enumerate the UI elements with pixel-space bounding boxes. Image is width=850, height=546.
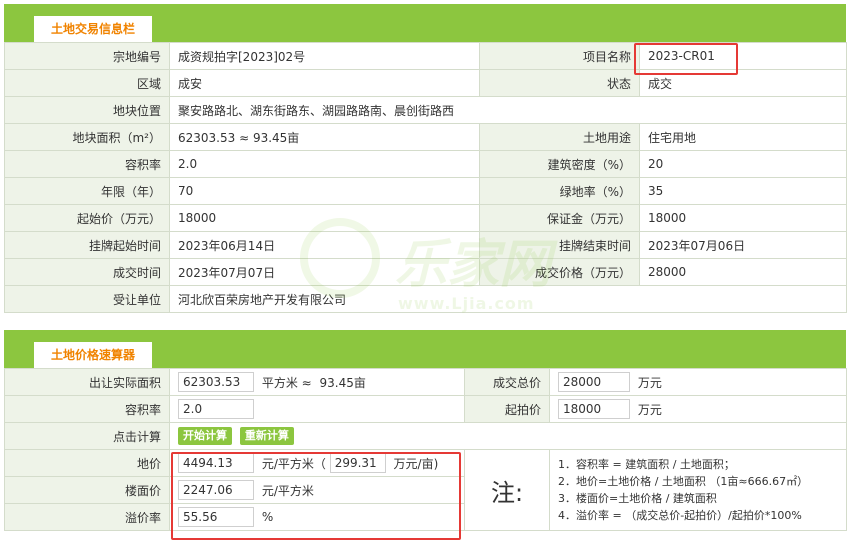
row-value: 2023年07月07日 bbox=[169, 258, 480, 286]
row-value: 成交 bbox=[639, 69, 847, 97]
area-unit: 平方米 ≈ bbox=[261, 375, 312, 390]
row-label: 项目名称 bbox=[479, 42, 640, 70]
land-info-table: 宗地编号 成资规拍字[2023]02号 项目名称 2023-CR01 区域 成安 状态 成交地… bbox=[4, 42, 847, 313]
start-price-label: 起拍价 bbox=[464, 395, 550, 423]
table-row: 成交时间 2023年07月07日 成交价格（万元） 28000 bbox=[4, 258, 847, 286]
calculator-table: 出让实际面积 62303.53 平方米 ≈ 93.45亩 成交总价 28000 … bbox=[4, 368, 847, 531]
row-value: 70 bbox=[169, 177, 480, 205]
table-row: 地块面积（m²） 62303.53 ≈ 93.45亩 土地用途 住宅用地 bbox=[4, 123, 847, 151]
start-price-input[interactable]: 18000 bbox=[558, 399, 630, 419]
row-value: 28000 bbox=[639, 258, 847, 286]
row-value: 成资规拍字[2023]02号 bbox=[169, 42, 480, 70]
row-value: 2.0 bbox=[169, 150, 480, 178]
table-row: 受让单位 河北欣百荣房地产开发有限公司 bbox=[4, 285, 847, 313]
note-item: 1．容积率 = 建筑面积 / 土地面积； bbox=[558, 458, 735, 471]
row-label: 区域 bbox=[4, 69, 170, 97]
table-row: 宗地编号 成资规拍字[2023]02号 项目名称 2023-CR01 bbox=[4, 42, 847, 70]
land-price-unit: 元/平方米（ bbox=[261, 456, 326, 471]
note-item: 2．地价=土地价格 / 土地面积 （1亩≈666.67㎡） bbox=[558, 475, 809, 488]
area-mu: 93.45亩 bbox=[319, 375, 366, 390]
land-price-mu-unit: 万元/亩) bbox=[393, 456, 439, 471]
far-label: 容积率 bbox=[4, 395, 170, 423]
reset-calc-button[interactable]: 重新计算 bbox=[239, 427, 294, 445]
premium-rate-output[interactable]: 55.56 bbox=[178, 507, 254, 527]
premium-rate-label: 溢价率 bbox=[4, 503, 170, 531]
far-input[interactable]: 2.0 bbox=[178, 399, 254, 419]
area-label: 出让实际面积 bbox=[4, 368, 170, 396]
row-label: 起始价（万元） bbox=[4, 204, 170, 232]
formula-notes: 1．容积率 = 建筑面积 / 土地面积； 2．地价=土地价格 / 土地面积 （1… bbox=[549, 449, 847, 531]
floor-price-label: 楼面价 bbox=[4, 476, 170, 504]
row-value: 62303.53 ≈ 93.45亩 bbox=[169, 123, 480, 151]
row-label: 成交时间 bbox=[4, 258, 170, 286]
row-label: 成交价格（万元） bbox=[479, 258, 640, 286]
row-label: 挂牌起始时间 bbox=[4, 231, 170, 259]
table-row: 容积率 2.0 建筑密度（%） 20 bbox=[4, 150, 847, 178]
table-row: 起始价（万元） 18000 保证金（万元） 18000 bbox=[4, 204, 847, 232]
section-title: 土地价格速算器 bbox=[34, 342, 152, 368]
row-value: 住宅用地 bbox=[639, 123, 847, 151]
total-price-label: 成交总价 bbox=[464, 368, 550, 396]
row-value: 聚安路路北、湖东街路东、湖园路路南、晨创街路西 bbox=[169, 96, 847, 124]
price-calculator-panel: 土地价格速算器 出让实际面积 62303.53 平方米 ≈ 93.45亩 成交总… bbox=[4, 330, 847, 531]
land-price-mu-output[interactable]: 299.31 bbox=[329, 453, 386, 473]
panel-header: 土地交易信息栏 bbox=[4, 4, 846, 42]
row-label: 状态 bbox=[479, 69, 640, 97]
row-label: 保证金（万元） bbox=[479, 204, 640, 232]
panel-header: 土地价格速算器 bbox=[4, 330, 846, 368]
row-value: 35 bbox=[639, 177, 847, 205]
row-value: 20 bbox=[639, 150, 847, 178]
row-label: 地块面积（m²） bbox=[4, 123, 170, 151]
land-price-label: 地价 bbox=[4, 449, 170, 477]
row-value: 2023-CR01 bbox=[639, 42, 847, 70]
table-row: 年限（年） 70 绿地率（%） 35 bbox=[4, 177, 847, 205]
row-label: 绿地率（%） bbox=[479, 177, 640, 205]
calc-label: 点击计算 bbox=[4, 422, 170, 450]
table-row: 地块位置 聚安路路北、湖东街路东、湖园路路南、晨创街路西 bbox=[4, 96, 847, 124]
area-input[interactable]: 62303.53 bbox=[178, 372, 254, 392]
row-label: 容积率 bbox=[4, 150, 170, 178]
floor-price-output[interactable]: 2247.06 bbox=[178, 480, 254, 500]
row-value: 18000 bbox=[169, 204, 480, 232]
row-value: 2023年07月06日 bbox=[639, 231, 847, 259]
row-value: 成安 bbox=[169, 69, 480, 97]
table-row: 区域 成安 状态 成交 bbox=[4, 69, 847, 97]
note-item: 4．溢价率 = （成交总价-起拍价）/起拍价*100% bbox=[558, 509, 802, 522]
total-price-input[interactable]: 28000 bbox=[558, 372, 630, 392]
row-label: 挂牌结束时间 bbox=[479, 231, 640, 259]
total-price-unit: 万元 bbox=[637, 375, 662, 390]
row-label: 年限（年） bbox=[4, 177, 170, 205]
note-title: 注: bbox=[490, 478, 524, 507]
land-transaction-panel: 土地交易信息栏 宗地编号 成资规拍字[2023]02号 项目名称 2023-CR01 区… bbox=[4, 4, 847, 313]
row-label: 宗地编号 bbox=[4, 42, 170, 70]
section-title: 土地交易信息栏 bbox=[34, 16, 152, 42]
floor-price-unit: 元/平方米 bbox=[261, 483, 314, 498]
start-calc-button[interactable]: 开始计算 bbox=[178, 427, 232, 445]
row-label: 建筑密度（%） bbox=[479, 150, 640, 178]
premium-rate-unit: % bbox=[261, 510, 274, 524]
row-label: 受让单位 bbox=[4, 285, 170, 313]
table-row: 挂牌起始时间 2023年06月14日 挂牌结束时间 2023年07月06日 bbox=[4, 231, 847, 259]
note-item: 3．楼面价=土地价格 / 建筑面积 bbox=[558, 492, 717, 505]
row-value: 18000 bbox=[639, 204, 847, 232]
row-label: 土地用途 bbox=[479, 123, 640, 151]
land-price-output[interactable]: 4494.13 bbox=[178, 453, 254, 473]
row-value: 河北欣百荣房地产开发有限公司 bbox=[169, 285, 847, 313]
row-label: 地块位置 bbox=[4, 96, 170, 124]
start-price-unit: 万元 bbox=[637, 402, 662, 417]
row-value: 2023年06月14日 bbox=[169, 231, 480, 259]
